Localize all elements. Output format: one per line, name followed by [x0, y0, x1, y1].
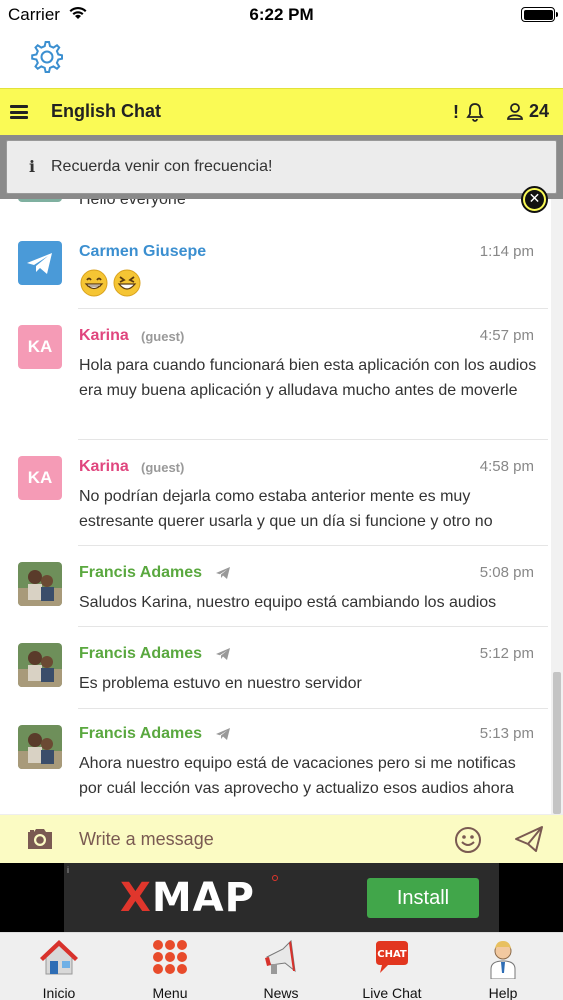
sender-name[interactable]: Karina	[79, 327, 129, 345]
notice-text: Recuerda venir con frecuencia!	[51, 158, 273, 175]
ad-banner[interactable]: i XMAP Install	[0, 863, 563, 932]
ad-info-icon[interactable]: i	[67, 865, 69, 875]
top-bar	[0, 30, 563, 88]
tab-help[interactable]: Help	[447, 933, 559, 1000]
info-icon: i	[29, 157, 36, 176]
message-text: Hola para cuando funcionará bien esta ap…	[79, 357, 537, 399]
avatar[interactable]	[18, 643, 62, 687]
tab-bar: Inicio Menu News CHAT Live Chat Help	[0, 932, 563, 1000]
tab-label: Inicio	[42, 985, 76, 1000]
message-item: KA Karina (guest) 4:58 pm No podrían dej…	[0, 440, 553, 546]
bell-icon[interactable]	[466, 102, 484, 122]
tab-news[interactable]: News	[225, 933, 337, 1000]
emoji-laughing	[113, 269, 141, 302]
tab-inicio[interactable]: Inicio	[3, 933, 115, 1000]
sender-name[interactable]: Karina	[79, 458, 129, 476]
message-text: Ahora nuestro equipo está de vacaciones …	[79, 755, 516, 797]
tab-label: Menu	[152, 985, 188, 1000]
tab-label: News	[263, 985, 299, 1000]
message-text: Es problema estuvo en nuestro servidor	[79, 675, 362, 692]
tab-live-chat[interactable]: CHAT Live Chat	[336, 933, 448, 1000]
chat-room-title: English Chat	[51, 101, 162, 121]
ad-logo-mark	[272, 875, 278, 881]
message-time: 5:13 pm	[479, 725, 534, 742]
menu-grid-icon	[153, 940, 187, 974]
alert-icon[interactable]: !	[453, 102, 459, 123]
compose-bar	[0, 814, 563, 863]
message-text: Saludos Karina, nuestro equipo está camb…	[79, 594, 497, 611]
telegram-plane-icon	[216, 728, 230, 740]
sender-name[interactable]: Francis Adames	[79, 564, 202, 582]
avatar[interactable]: KA	[18, 456, 62, 500]
svg-text:CHAT: CHAT	[377, 949, 407, 960]
guest-badge: (guest)	[141, 329, 185, 344]
telegram-icon[interactable]	[18, 241, 62, 285]
message-time: 4:57 pm	[479, 327, 534, 344]
ad-content[interactable]: i XMAP Install	[64, 863, 499, 932]
camera-icon[interactable]	[25, 827, 55, 851]
support-agent-icon	[490, 941, 516, 979]
status-bar: Carrier 6:22 PM	[0, 0, 563, 30]
message-time: 5:12 pm	[479, 645, 534, 662]
close-icon[interactable]: ✕	[521, 186, 548, 213]
message-time: 1:14 pm	[479, 243, 534, 260]
message-text: No podrían dejarla como estaba anterior …	[79, 488, 493, 530]
telegram-plane-icon	[216, 648, 230, 660]
message-time: 4:58 pm	[479, 458, 534, 475]
tab-menu[interactable]: Menu	[114, 933, 226, 1000]
tab-label: Live Chat	[362, 985, 422, 1000]
battery-icon	[521, 7, 558, 22]
avatar[interactable]: KA	[18, 325, 62, 369]
notice-banner: i Recuerda venir con frecuencia!	[6, 140, 557, 194]
send-icon[interactable]	[514, 825, 544, 853]
message-item: Carmen Giusepe 1:14 pm	[0, 225, 553, 309]
chat-header: English Chat ! 24	[0, 88, 563, 135]
sender-name[interactable]: Francis Adames	[79, 645, 202, 663]
message-time: 5:08 pm	[479, 564, 534, 581]
message-item: Francis Adames 5:12 pm Es problema estuv…	[0, 627, 553, 709]
emoji-grin	[80, 269, 108, 302]
scroll-thumb[interactable]	[553, 672, 561, 814]
home-icon	[40, 940, 78, 975]
message-list[interactable]: Hello everyone Carmen Giusepe 1:14 pm KA…	[0, 199, 553, 814]
avatar[interactable]	[18, 725, 62, 769]
message-item: Francis Adames 5:08 pm Saludos Karina, n…	[0, 546, 553, 627]
telegram-plane-icon	[216, 567, 230, 579]
megaphone-icon	[265, 939, 296, 974]
sender-name[interactable]: Francis Adames	[79, 725, 202, 743]
guest-badge: (guest)	[141, 460, 185, 475]
message-item: Francis Adames 5:13 pm Ahora nuestro equ…	[0, 709, 553, 814]
ad-brand-logo: XMAP	[120, 875, 255, 921]
hamburger-menu-icon[interactable]	[10, 105, 28, 119]
message-input[interactable]	[79, 823, 439, 855]
gear-icon[interactable]	[30, 40, 64, 74]
message-item: KA Karina (guest) 4:57 pm Hola para cuan…	[0, 309, 553, 440]
message-text: Hello everyone	[79, 199, 186, 208]
user-icon[interactable]	[506, 102, 524, 122]
install-button[interactable]: Install	[367, 878, 479, 918]
online-user-count[interactable]: 24	[529, 101, 549, 122]
tab-label: Help	[488, 985, 518, 1000]
avatar	[18, 199, 62, 202]
avatar[interactable]	[18, 562, 62, 606]
sender-name[interactable]: Carmen Giusepe	[79, 243, 206, 261]
scrollbar[interactable]	[551, 199, 563, 814]
smiley-icon[interactable]	[454, 826, 482, 854]
chat-bubble-icon: CHAT	[376, 941, 408, 973]
clock: 6:22 PM	[249, 5, 314, 24]
notice-overlay: i Recuerda venir con frecuencia!	[0, 135, 563, 199]
